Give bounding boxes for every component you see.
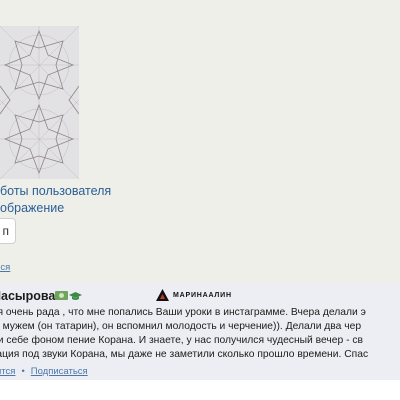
brand-logo: МАРИНААЛИН: [156, 287, 232, 303]
geometric-pattern-image: [0, 26, 79, 179]
graduation-cap-icon: [69, 289, 82, 300]
comment-actions: ится • Подписаться: [0, 366, 88, 377]
user-works-link[interactable]: боты пользователя: [0, 183, 111, 199]
comment-line: или себе фоном пение Корана. И знаете, у…: [0, 335, 363, 346]
comment-line: итация под звуки Корана, мы даже не заме…: [0, 349, 369, 360]
subscribe-link-top[interactable]: аться: [0, 262, 10, 273]
subscribe-link[interactable]: Подписаться: [31, 366, 88, 377]
logo-triangle-icon: [156, 289, 169, 301]
comment-author[interactable]: Насырова: [0, 289, 55, 303]
comment-line: е с мужем (он татарин), он вспомнил моло…: [0, 321, 362, 332]
comment-card: Насырова МАРИНААЛИН а, я очень рада , чт…: [0, 284, 400, 380]
comment-body: а, я очень рада , что мне попались Ваши …: [0, 306, 400, 362]
user-work-thumbnail[interactable]: [0, 26, 79, 179]
reply-link[interactable]: ится: [0, 366, 15, 377]
partial-button[interactable]: п: [0, 218, 16, 244]
image-link[interactable]: ображение: [0, 200, 64, 216]
gallery-panel: боты пользователя ображение п аться: [0, 0, 400, 284]
separator-dot: •: [21, 366, 25, 377]
money-badge-icon: [55, 291, 68, 300]
page-background: [0, 380, 400, 400]
comment-line: а, я очень рада , что мне попались Ваши …: [0, 307, 366, 318]
logo-text: МАРИНААЛИН: [173, 291, 232, 299]
